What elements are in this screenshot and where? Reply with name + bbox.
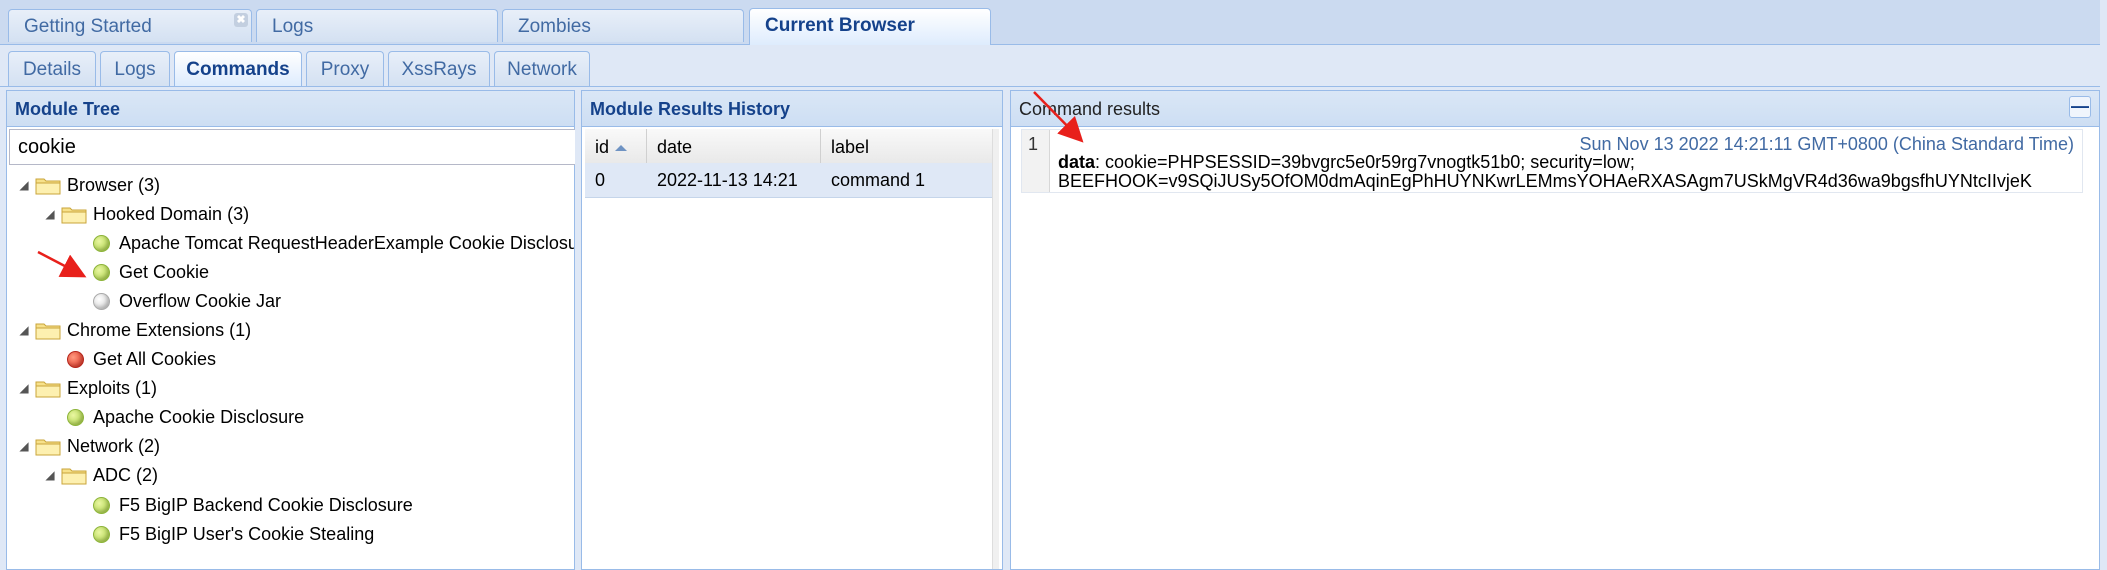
tree-label: Get Cookie	[119, 261, 210, 282]
grid-header: id date label	[585, 129, 995, 164]
tab-commands[interactable]: Commands	[174, 51, 302, 86]
expand-icon[interactable]: ◢	[17, 381, 31, 395]
tab-getting-started[interactable]: Getting Started ✖	[8, 9, 252, 42]
folder-icon	[61, 468, 87, 485]
scrollbar[interactable]	[992, 129, 999, 569]
tab-zombies[interactable]: Zombies	[502, 9, 744, 42]
tab-logs[interactable]: Logs	[256, 9, 498, 42]
tab-network[interactable]: Network	[494, 51, 590, 86]
folder-icon	[35, 439, 61, 456]
tree-folder-adc[interactable]: ◢ ADC (2)	[43, 461, 158, 489]
tree-folder-chrome-extensions[interactable]: ◢ Chrome Extensions (1)	[17, 316, 251, 344]
tab-label: Getting Started	[24, 16, 152, 37]
tab-label: Current Browser	[765, 15, 915, 36]
tree-label: Chrome Extensions (1)	[67, 319, 252, 340]
status-grey-icon	[93, 292, 110, 310]
collapse-button[interactable]: —	[2069, 96, 2091, 118]
status-red-icon	[67, 350, 84, 368]
tree-label: Browser (3)	[67, 174, 161, 195]
panel-title-text: Command results	[1019, 99, 1161, 119]
folder-icon	[61, 207, 87, 224]
sub-tab-bar: Details Logs Commands Proxy XssRays Netw…	[0, 46, 2100, 87]
command-results-panel: Command results — 1 Sun Nov 13 2022 14:2…	[1010, 90, 2100, 570]
status-green-icon	[93, 234, 110, 252]
tab-logs[interactable]: Logs	[100, 51, 170, 86]
module-tree-panel: Module Tree ◢ Browser (3) ◢ Hooked Domai…	[6, 90, 577, 570]
status-green-icon	[67, 408, 84, 426]
column-header-id[interactable]: id	[585, 129, 647, 163]
cell-date: 2022-11-13 14:21	[657, 170, 798, 190]
tree-module-f5-bigip-backend[interactable]: F5 BigIP Backend Cookie Disclosure	[93, 491, 413, 519]
splitter[interactable]	[1003, 90, 1010, 570]
tab-xssrays[interactable]: XssRays	[388, 51, 490, 86]
column-label: label	[831, 137, 870, 157]
tree-label: F5 BigIP User's Cookie Stealing	[119, 523, 375, 544]
panel-title: Module Results History	[582, 91, 1002, 127]
cell-id: 0	[595, 170, 606, 190]
tab-current-browser[interactable]: Current Browser	[749, 8, 991, 45]
tree-folder-network[interactable]: ◢ Network (2)	[17, 432, 160, 460]
tree-label: ADC (2)	[93, 464, 159, 485]
expand-icon[interactable]: ◢	[43, 468, 57, 482]
tree-module-overflow-cookie-jar[interactable]: Overflow Cookie Jar	[93, 287, 281, 315]
panel-title: Command results	[1011, 91, 2099, 127]
tree-module-apache-tomcat[interactable]: Apache Tomcat RequestHeaderExample Cooki…	[93, 229, 574, 257]
tree-label: Network (2)	[67, 435, 161, 456]
results-history-panel: Module Results History id date label 0 2…	[581, 90, 1003, 570]
tree-module-apache-cookie-disclosure[interactable]: Apache Cookie Disclosure	[67, 403, 304, 431]
column-label: date	[657, 137, 693, 157]
tab-details[interactable]: Details	[8, 51, 96, 86]
folder-icon	[35, 323, 61, 340]
expand-icon[interactable]: ◢	[17, 178, 31, 192]
column-header-label[interactable]: label	[821, 129, 995, 163]
tree-folder-exploits[interactable]: ◢ Exploits (1)	[17, 374, 157, 402]
status-green-icon	[93, 496, 110, 514]
tab-label: Commands	[186, 59, 290, 80]
search-input[interactable]	[9, 129, 577, 165]
expand-icon[interactable]: ◢	[43, 207, 57, 221]
tree-module-get-all-cookies[interactable]: Get All Cookies	[67, 345, 216, 373]
tree-label: Hooked Domain (3)	[93, 203, 250, 224]
folder-icon	[35, 178, 61, 195]
folder-icon	[35, 381, 61, 398]
expand-icon[interactable]: ◢	[17, 439, 31, 453]
tree-label: Exploits (1)	[67, 377, 158, 398]
data-key: data	[1058, 152, 1096, 172]
tree-label: Overflow Cookie Jar	[119, 290, 282, 311]
tab-label: Logs	[114, 59, 156, 80]
tab-label: Details	[22, 59, 82, 80]
table-row[interactable]: 0 2022-11-13 14:21 command 1	[585, 163, 995, 198]
tree-label: Get All Cookies	[93, 348, 217, 369]
close-icon[interactable]: ✖	[234, 13, 248, 27]
tree-module-get-cookie[interactable]: Get Cookie	[93, 258, 209, 286]
entry-number: 1	[1022, 130, 1050, 192]
sort-ascending-icon	[615, 145, 628, 152]
expand-icon[interactable]: ◢	[17, 323, 31, 337]
tree-label: Apache Tomcat RequestHeaderExample Cooki…	[119, 232, 574, 253]
tree-folder-browser[interactable]: ◢ Browser (3)	[17, 171, 160, 199]
top-tab-bar: Getting Started ✖ Logs Zombies Current B…	[0, 0, 2100, 45]
data-value: : cookie=PHPSESSID=39bvgrc5e0r59rg7vnogt…	[1095, 152, 1635, 172]
entry-data: data: cookie=PHPSESSID=39bvgrc5e0r59rg7v…	[1058, 153, 2074, 191]
tab-proxy[interactable]: Proxy	[306, 51, 384, 86]
module-tree: ◢ Browser (3) ◢ Hooked Domain (3) Apache…	[7, 171, 574, 569]
tree-label: Apache Cookie Disclosure	[93, 406, 305, 427]
data-value-continued: BEEFHOOK=v9SQiJUSy5OfOM0dmAqinEgPhHUYNKw…	[1058, 171, 2032, 191]
tab-label: Zombies	[518, 16, 591, 37]
status-green-icon	[93, 263, 110, 281]
tree-label: F5 BigIP Backend Cookie Disclosure	[119, 494, 413, 515]
tab-label: XssRays	[401, 59, 477, 80]
column-header-date[interactable]: date	[647, 129, 821, 163]
result-entry: 1 Sun Nov 13 2022 14:21:11 GMT+0800 (Chi…	[1021, 129, 2083, 193]
column-label: id	[595, 137, 610, 157]
status-green-icon	[93, 525, 110, 543]
tab-label: Network	[507, 59, 577, 80]
tree-module-f5-bigip-user-cookie[interactable]: F5 BigIP User's Cookie Stealing	[93, 520, 374, 548]
cell-label: command 1	[831, 170, 926, 190]
entry-timestamp: Sun Nov 13 2022 14:21:11 GMT+0800 (China…	[1579, 134, 2074, 154]
tab-label: Logs	[272, 16, 314, 37]
tab-label: Proxy	[320, 59, 370, 80]
panel-title: Module Tree	[7, 91, 574, 127]
tree-folder-hooked-domain[interactable]: ◢ Hooked Domain (3)	[43, 200, 249, 228]
